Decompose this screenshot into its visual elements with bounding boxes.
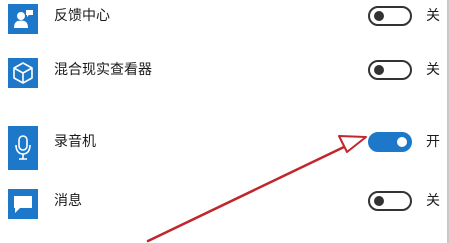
toggle-state-label: 开 <box>426 134 440 150</box>
toggle-knob <box>397 137 407 147</box>
app-toggle[interactable] <box>368 6 412 26</box>
toggle-knob <box>374 65 384 75</box>
toggle-knob <box>374 196 384 206</box>
toggle-state-label: 关 <box>426 8 440 24</box>
app-name: 消息 <box>54 193 82 209</box>
app-name: 反馈中心 <box>54 8 110 24</box>
toggle-knob <box>374 11 384 21</box>
app-row-voice-recorder: 录音机 开 <box>0 118 449 178</box>
app-row-messaging: 消息 关 <box>0 177 449 237</box>
toggle-state-label: 关 <box>426 193 440 209</box>
app-toggle[interactable] <box>368 132 412 152</box>
app-toggle[interactable] <box>368 191 412 211</box>
app-row-mixed-reality-viewer: 混合现实查看器 关 <box>0 46 449 106</box>
feedback-hub-icon <box>8 4 38 34</box>
app-name: 录音机 <box>54 134 96 150</box>
toggle-state-label: 关 <box>426 62 440 78</box>
messaging-icon <box>8 189 38 219</box>
mixed-reality-viewer-icon <box>8 58 38 88</box>
app-row-feedback-hub: 反馈中心 关 <box>0 0 449 52</box>
voice-recorder-icon <box>8 126 38 170</box>
app-name: 混合现实查看器 <box>54 62 152 78</box>
app-toggle[interactable] <box>368 60 412 80</box>
